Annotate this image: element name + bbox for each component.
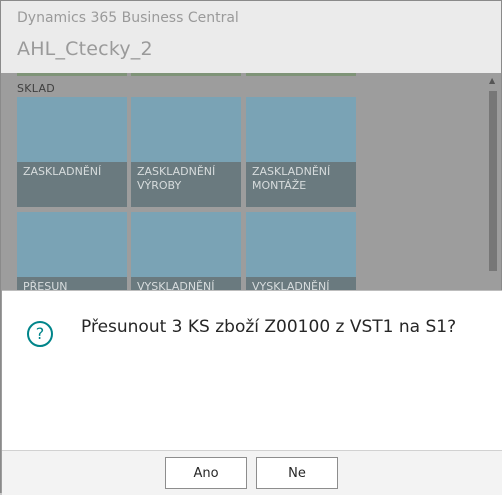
tile-label: ZASKLADNĚNÍ MONTÁŽE [252, 165, 331, 192]
dialog-message: Přesunout 3 KS zboží Z00100 z VST1 na S1… [81, 317, 457, 337]
scroll-up-icon[interactable]: ▲ [489, 76, 497, 85]
tile-label: ZASKLADNĚNÍ VÝROBY [137, 165, 216, 192]
no-button[interactable]: Ne [256, 457, 338, 489]
question-icon: ? [27, 321, 53, 347]
company-name: AHL_Ctecky_2 [17, 38, 153, 60]
dialog-footer: Ano Ne [2, 450, 502, 495]
tab-indicator [17, 73, 127, 76]
section-label: SKLAD [17, 82, 56, 95]
yes-button[interactable]: Ano [165, 457, 247, 489]
tile-zaskladneni-montaze[interactable]: ZASKLADNĚNÍ MONTÁŽE [246, 97, 356, 207]
scrollbar-thumb[interactable] [489, 91, 497, 271]
tile-zaskladneni[interactable]: ZASKLADNĚNÍ [17, 97, 127, 207]
tile-label: ZASKLADNĚNÍ [23, 165, 102, 178]
tab-indicator [131, 73, 241, 76]
tab-indicator [246, 73, 356, 76]
tile-zaskladneni-vyroby[interactable]: ZASKLADNĚNÍ VÝROBY [131, 97, 241, 207]
app-header: Dynamics 365 Business Central AHL_Ctecky… [1, 1, 501, 73]
product-title: Dynamics 365 Business Central [17, 10, 239, 26]
confirm-dialog: ? Přesunout 3 KS zboží Z00100 z VST1 na … [2, 290, 502, 495]
app-window: Dynamics 365 Business Central AHL_Ctecky… [0, 0, 502, 495]
vertical-scrollbar[interactable]: ▲ [486, 73, 500, 293]
